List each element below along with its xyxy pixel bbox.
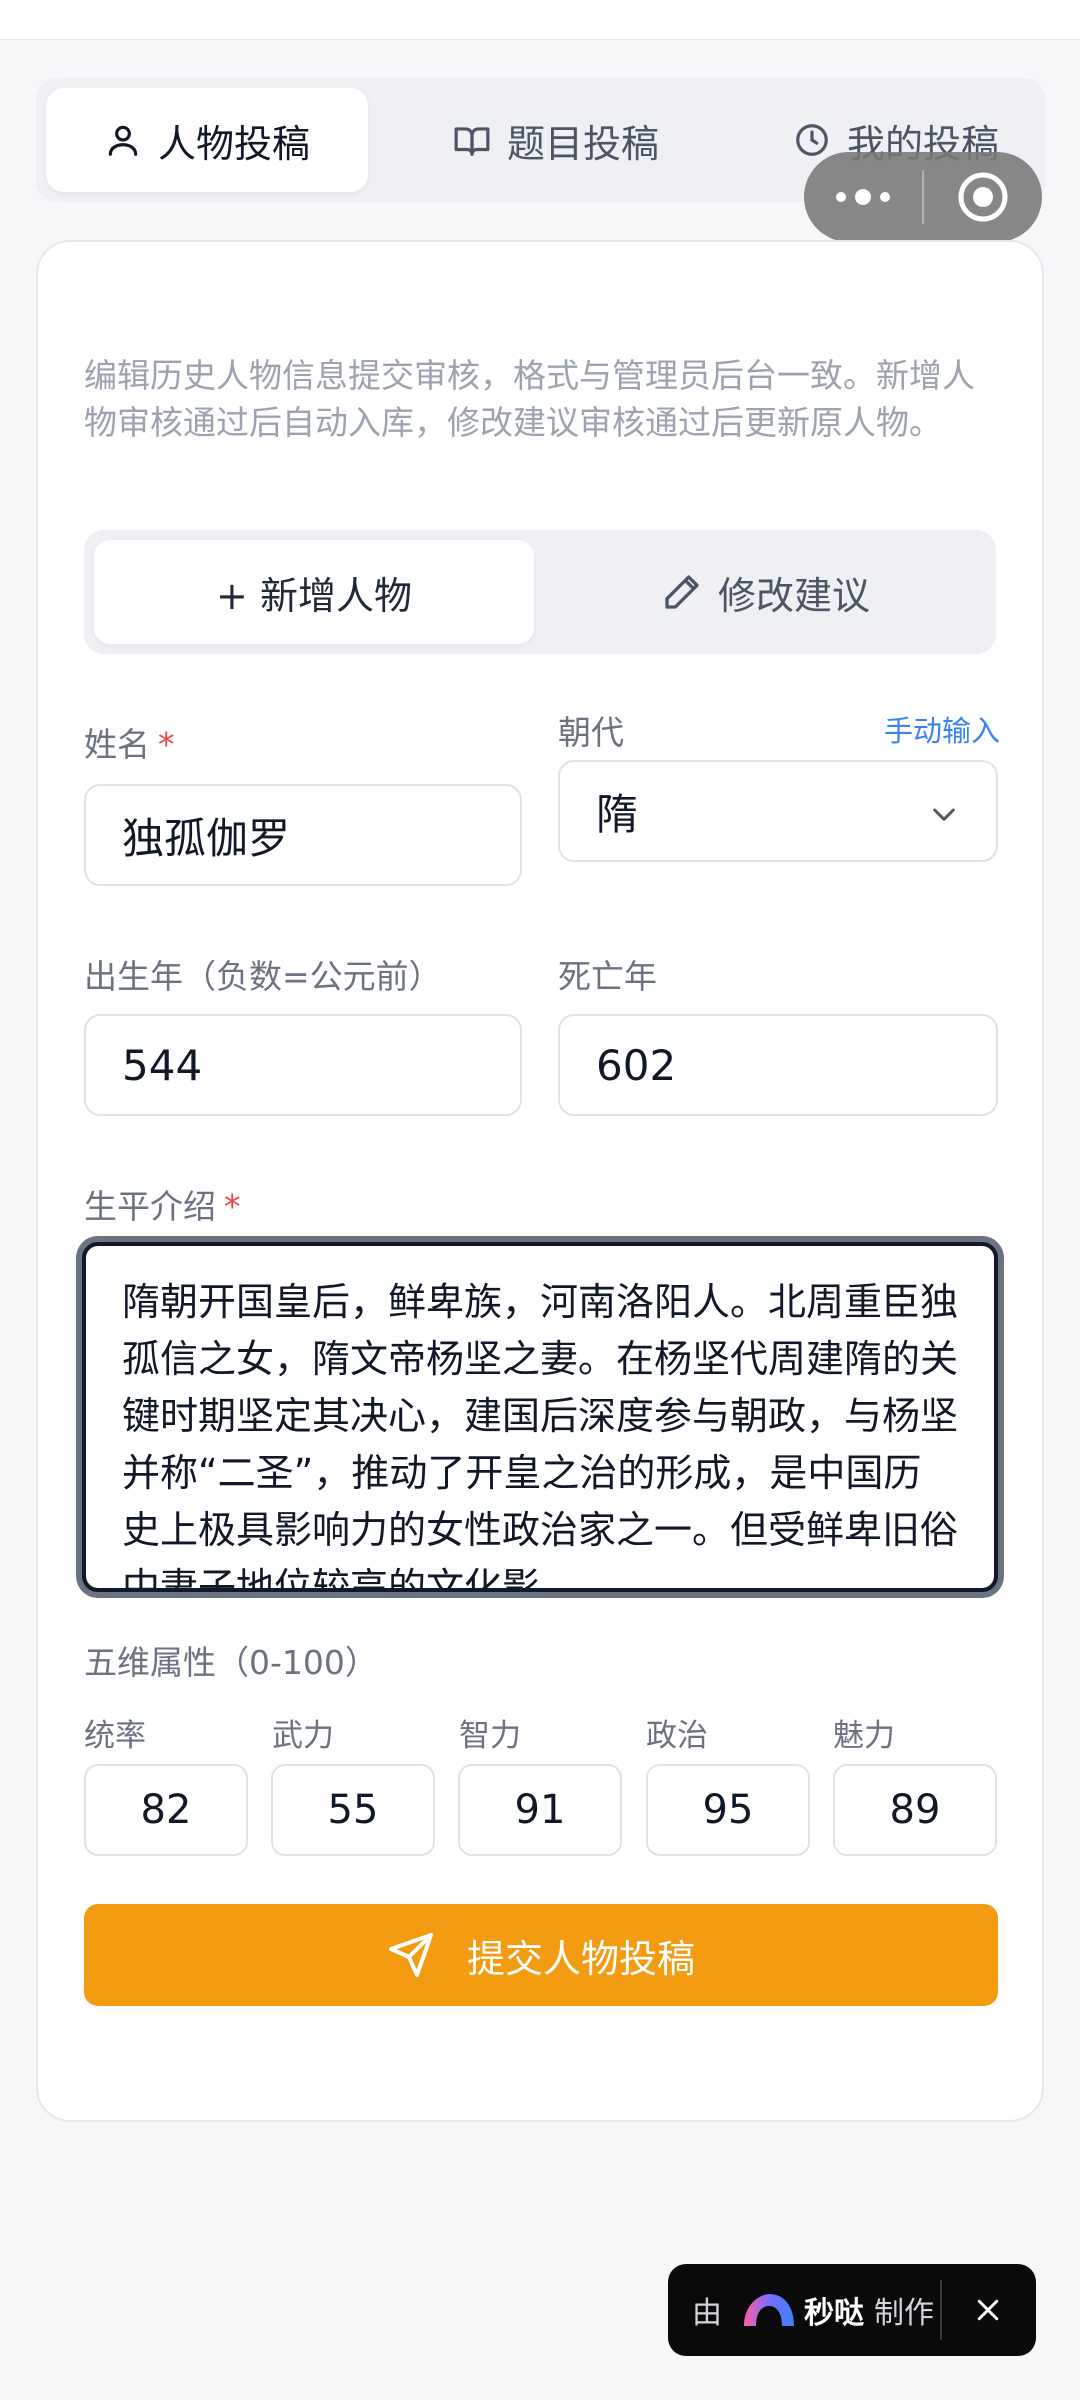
bio-label: 生平介绍 * [84,1180,241,1228]
status-bar-area [0,0,1080,40]
miniprogram-capsule [804,152,1042,242]
attr-value: 55 [327,1787,379,1833]
brand-logo-icon [744,2294,794,2326]
dynasty-select[interactable]: 隋 [558,760,998,862]
mode-switch: + 新增人物 修改建议 [84,530,996,654]
tab-question-submit[interactable]: 题目投稿 [416,88,696,192]
tab-label: 人物投稿 [157,121,310,166]
more-dots-icon [836,189,890,205]
close-icon [977,2299,999,2321]
tab-character-submit[interactable]: 人物投稿 [46,88,368,192]
book-icon [454,127,490,156]
dynasty-label: 朝代 [558,713,624,752]
attr-input-command[interactable]: 82 [84,1764,248,1856]
attr-value: 82 [140,1787,192,1833]
target-icon [958,172,1008,222]
death-year-value: 602 [596,1040,677,1090]
badge-close-button[interactable] [964,2286,1012,2334]
death-year-label: 死亡年 [558,957,657,996]
attr-value: 95 [702,1787,754,1833]
made-by-badge: 由 秒哒 制作 [668,2264,1036,2356]
mode-label: + 新增人物 [216,573,412,618]
attr-label-politics: 政治 [646,1718,708,1754]
attr-label-force: 武力 [272,1718,334,1754]
required-mark: * [158,725,175,764]
attr-label-command: 统率 [84,1718,146,1754]
bio-textarea[interactable]: 隋朝开国皇后，鲜卑族，河南洛阳人。北周重臣独孤信之女，隋文帝杨坚之妻。在杨坚代周… [82,1242,998,1592]
attributes-title: 五维属性（0-100） [84,1643,378,1682]
more-menu-button[interactable] [804,152,922,242]
birth-year-label: 出生年（负数=公元前） [84,957,442,996]
attr-input-charisma[interactable]: 89 [833,1764,997,1856]
name-label: 姓名 * [84,718,175,766]
close-miniprogram-button[interactable] [924,152,1042,242]
submit-label: 提交人物投稿 [466,1936,695,1981]
birth-year-input[interactable]: 544 [84,1014,522,1116]
attr-label-intellect: 智力 [459,1718,521,1754]
dynasty-value: 隋 [596,789,639,839]
attr-input-force[interactable]: 55 [271,1764,435,1856]
badge-divider [940,2280,942,2340]
intro-text: 编辑历史人物信息提交审核，格式与管理员后台一致。新增人物审核通过后自动入库，修改… [84,356,975,442]
edit-suggestion-button[interactable]: 修改建议 [546,540,986,644]
manual-input-link[interactable]: 手动输入 [884,708,1000,750]
attr-value: 91 [514,1787,566,1833]
attr-label-charisma: 魅力 [833,1718,895,1754]
bio-value: 隋朝开国皇后，鲜卑族，河南洛阳人。北周重臣独孤信之女，隋文帝杨坚之妻。在杨坚代周… [122,1280,959,1592]
badge-make: 制作 [874,2296,934,2331]
mode-label: 修改建议 [717,573,870,618]
attr-input-intellect[interactable]: 91 [458,1764,622,1856]
add-character-button[interactable]: + 新增人物 [94,540,534,644]
name-label-text: 姓名 [84,725,150,764]
name-input[interactable]: 独孤伽罗 [84,784,522,886]
bio-label-text: 生平介绍 [84,1187,216,1226]
submit-character-button[interactable]: 提交人物投稿 [84,1904,998,2006]
birth-year-value: 544 [122,1040,203,1090]
tab-label: 题目投稿 [506,121,659,166]
send-icon [388,1933,433,1977]
required-mark: * [224,1187,241,1226]
name-value: 独孤伽罗 [122,813,291,863]
user-icon [108,125,138,156]
pencil-icon [665,575,699,609]
attr-value: 89 [889,1787,941,1833]
death-year-input[interactable]: 602 [558,1014,998,1116]
chevron-down-icon [933,808,955,821]
badge-by: 由 [692,2296,722,2331]
badge-brand: 秒哒 [804,2296,864,2331]
attr-input-politics[interactable]: 95 [646,1764,810,1856]
